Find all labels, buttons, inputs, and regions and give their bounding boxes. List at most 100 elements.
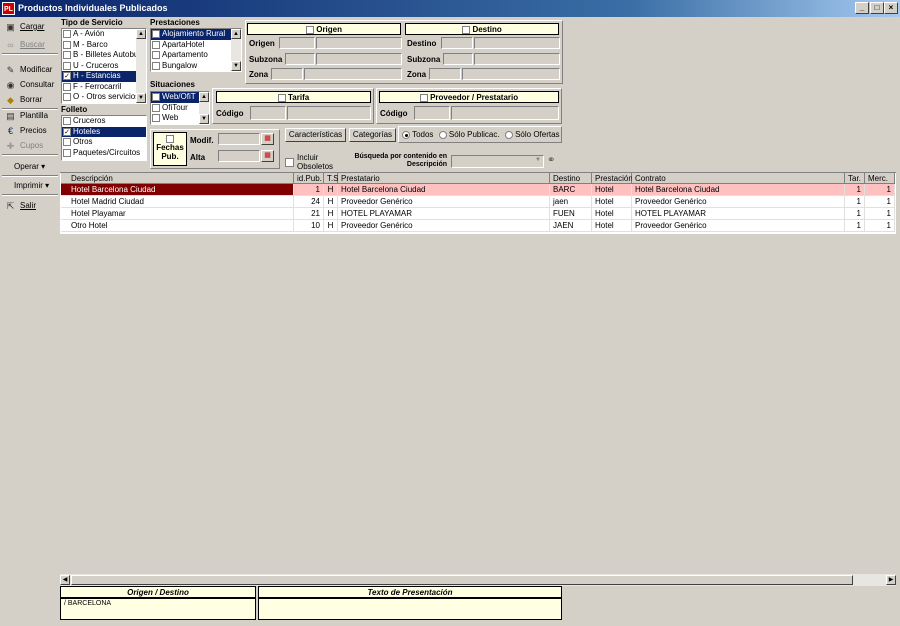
list-item[interactable]: ✓ Hoteles bbox=[62, 126, 146, 137]
origen-header[interactable]: Origen bbox=[247, 23, 401, 35]
origen-subzona-name-field[interactable] bbox=[316, 53, 402, 65]
destino-zona-code-field[interactable] bbox=[429, 68, 461, 80]
checkbox[interactable] bbox=[63, 61, 71, 70]
proveedor-code-field[interactable] bbox=[414, 106, 450, 120]
origen-checkbox[interactable] bbox=[305, 25, 314, 34]
scroll-right-icon[interactable]: ▶ bbox=[886, 575, 896, 585]
calendar-icon[interactable]: ▦ bbox=[261, 133, 274, 145]
sidebar-item-salir[interactable]: ⇱ Salir bbox=[2, 199, 58, 213]
destino-name-field[interactable] bbox=[474, 37, 560, 49]
sidebar-item-modificar[interactable]: ✎ Modificar bbox=[2, 63, 58, 77]
checkbox[interactable] bbox=[63, 148, 71, 157]
radio-solo-publicac[interactable] bbox=[438, 130, 447, 139]
table-row[interactable]: Otro Hotel 10 H Proveedor Genérico JAEN Hotel… bbox=[61, 220, 895, 232]
calendar-icon[interactable]: ▦ bbox=[261, 150, 274, 162]
binoculars-icon[interactable]: ⚭ bbox=[547, 155, 555, 166]
busqueda-select[interactable]: ▼ bbox=[451, 155, 544, 168]
checkbox[interactable] bbox=[152, 93, 160, 101]
proveedor-header[interactable]: Proveedor / Prestatario bbox=[379, 91, 559, 103]
radio-todos[interactable] bbox=[402, 130, 410, 139]
destino-zona-name-field[interactable] bbox=[462, 68, 560, 80]
list-item[interactable]: ✓ H - Estancias bbox=[62, 71, 136, 82]
origen-zona-name-field[interactable] bbox=[304, 68, 402, 80]
checkbox[interactable] bbox=[63, 30, 71, 38]
checkbox[interactable] bbox=[63, 138, 71, 146]
origen-zona-code-field[interactable] bbox=[271, 68, 303, 80]
scroll-up-icon[interactable]: ▲ bbox=[136, 29, 146, 39]
list-item[interactable]: Apartamento bbox=[151, 50, 231, 61]
destino-subzona-name-field[interactable] bbox=[474, 53, 560, 65]
tarifa-name-field[interactable] bbox=[287, 106, 371, 120]
tarifa-header[interactable]: Tarifa bbox=[216, 91, 371, 103]
column-header[interactable]: Contrato bbox=[632, 173, 845, 184]
checkbox[interactable] bbox=[63, 82, 71, 91]
destino-subzona-code-field[interactable] bbox=[443, 53, 473, 65]
sidebar-item-cupos[interactable]: ✚ Cupos bbox=[2, 139, 58, 153]
tarifa-checkbox[interactable] bbox=[277, 93, 286, 102]
column-header[interactable]: Tar. bbox=[845, 173, 865, 184]
list-item[interactable]: Web bbox=[151, 113, 199, 124]
scroll-left-icon[interactable]: ◀ bbox=[60, 575, 70, 585]
origen-name-field[interactable] bbox=[316, 37, 402, 49]
minimize-button[interactable]: _ bbox=[855, 2, 869, 14]
alta-date-field[interactable] bbox=[218, 150, 260, 162]
list-item[interactable]: U - Cruceros bbox=[62, 61, 136, 72]
column-header[interactable]: Prestación bbox=[592, 173, 633, 184]
horizontal-scrollbar[interactable]: ◀ ▶ bbox=[60, 574, 896, 586]
checkbox[interactable]: ✓ bbox=[63, 72, 71, 80]
sidebar-item-precios[interactable]: € Precios bbox=[2, 124, 58, 138]
chevron-down-icon[interactable]: ▼ bbox=[535, 157, 541, 163]
list-item[interactable]: Web/OfiT bbox=[151, 92, 199, 103]
checkbox[interactable] bbox=[63, 93, 71, 101]
checkbox[interactable] bbox=[152, 103, 160, 112]
situaciones-scrollbar[interactable]: ▲ ▼ bbox=[199, 92, 209, 124]
list-item[interactable]: Otros bbox=[62, 137, 146, 148]
tipo-servicio-scrollbar[interactable]: ▲ ▼ bbox=[136, 29, 146, 103]
caracteristicas-button[interactable]: Características bbox=[285, 128, 346, 142]
list-item[interactable]: Alojamiento Rural bbox=[151, 29, 231, 40]
scroll-down-icon[interactable]: ▼ bbox=[231, 61, 241, 71]
scroll-down-icon[interactable]: ▼ bbox=[199, 114, 209, 124]
sidebar-item-plantilla[interactable]: ▤ Plantilla bbox=[2, 109, 58, 123]
proveedor-name-field[interactable] bbox=[451, 106, 559, 120]
checkbox[interactable] bbox=[152, 51, 160, 59]
destino-header[interactable]: Destino bbox=[405, 23, 559, 35]
list-item[interactable]: Paquetes/Circuitos bbox=[62, 148, 146, 159]
list-item[interactable]: Cruceros bbox=[62, 116, 146, 127]
list-item[interactable]: Bungalow bbox=[151, 61, 231, 72]
close-button[interactable]: × bbox=[884, 2, 898, 14]
tarifa-code-field[interactable] bbox=[250, 106, 286, 120]
origen-subzona-code-field[interactable] bbox=[285, 53, 315, 65]
fechas-pub-toggle[interactable]: Fechas Pub. bbox=[153, 132, 187, 166]
list-item[interactable]: O - Otros servicios bbox=[62, 92, 139, 103]
list-item[interactable]: OfiTour bbox=[151, 103, 199, 114]
destino-code-field[interactable] bbox=[441, 37, 473, 49]
prestaciones-scrollbar[interactable]: ▲ ▼ bbox=[231, 29, 241, 71]
checkbox[interactable] bbox=[152, 40, 160, 49]
incluir-obsoletos-checkbox[interactable] bbox=[285, 158, 294, 167]
sidebar-item-cargar[interactable]: ▣ Cargar bbox=[2, 20, 58, 34]
proveedor-checkbox[interactable] bbox=[419, 93, 428, 102]
checkbox[interactable] bbox=[63, 51, 71, 59]
modif-date-field[interactable] bbox=[218, 133, 260, 145]
checkbox[interactable] bbox=[152, 61, 160, 70]
column-header[interactable]: Destino bbox=[550, 173, 592, 184]
scroll-up-icon[interactable]: ▲ bbox=[199, 92, 209, 102]
origen-code-field[interactable] bbox=[279, 37, 315, 49]
sidebar-item-consultar[interactable]: ◉ Consultar bbox=[2, 78, 58, 92]
maximize-button[interactable]: □ bbox=[870, 2, 884, 14]
column-header[interactable]: Prestatario bbox=[338, 173, 550, 184]
table-row[interactable]: Hotel Madrid Ciudad 24 H Proveedor Genérico… bbox=[61, 196, 895, 208]
checkbox[interactable]: ✓ bbox=[63, 127, 71, 136]
table-row[interactable]: Hotel Playamar 21 H HOTEL PLAYAMAR FUEN Hotel… bbox=[61, 208, 895, 220]
radio-solo-ofertas[interactable] bbox=[504, 130, 513, 139]
categorias-button[interactable]: Categorías bbox=[349, 128, 396, 142]
column-header[interactable]: Merc. bbox=[865, 173, 895, 184]
destino-checkbox[interactable] bbox=[462, 25, 471, 34]
scroll-up-icon[interactable]: ▲ bbox=[231, 29, 241, 39]
scrollbar-thumb[interactable] bbox=[71, 575, 853, 585]
sidebar-item-borrar[interactable]: ◆ Borrar bbox=[2, 93, 58, 107]
sidebar-item-operar[interactable]: Operar ▾ bbox=[2, 160, 58, 174]
list-item[interactable]: F - Ferrocarril bbox=[62, 82, 136, 93]
checkbox[interactable] bbox=[152, 30, 160, 38]
